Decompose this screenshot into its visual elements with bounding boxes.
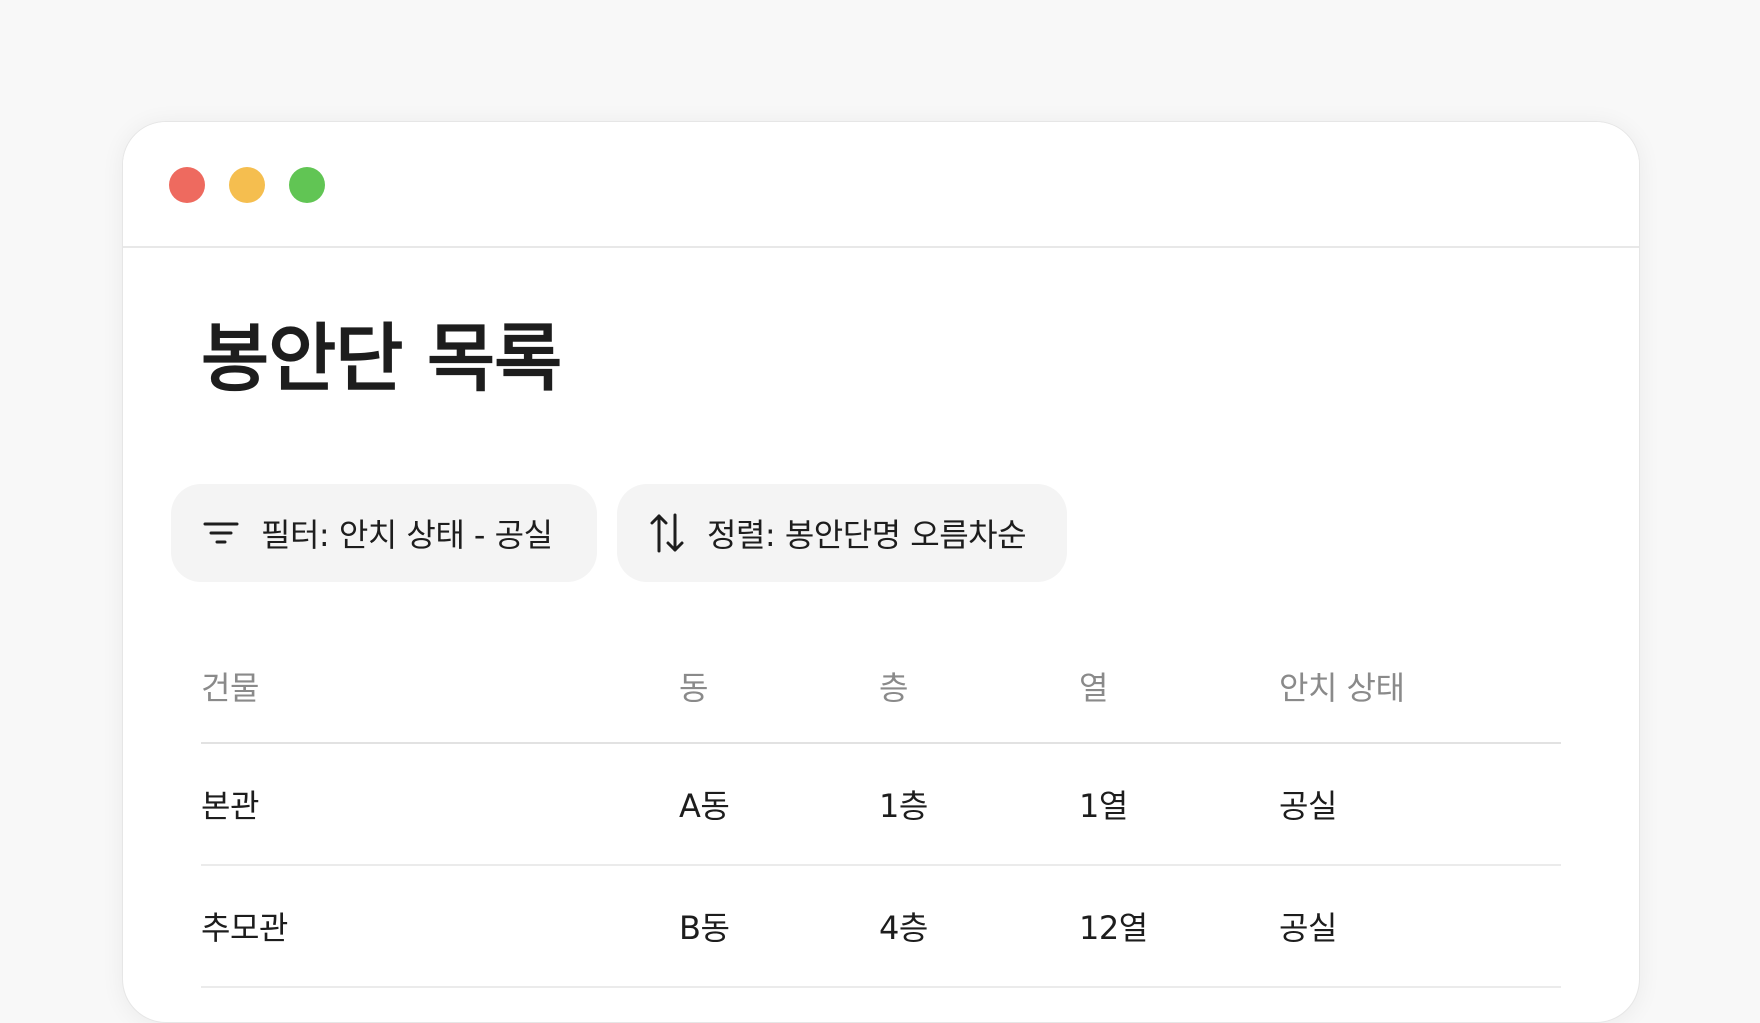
- filter-label: 필터: 안치 상태 - 공실: [261, 516, 553, 554]
- close-window-button[interactable]: [169, 167, 205, 203]
- page-title: 봉안단 목록: [201, 316, 562, 402]
- cell-floor: 1층: [879, 787, 928, 825]
- filter-button[interactable]: 필터: 안치 상태 - 공실: [171, 484, 597, 582]
- cell-status: 공실: [1279, 787, 1337, 825]
- cell-building: 추모관: [201, 909, 288, 947]
- title-bar: [123, 122, 1639, 248]
- minimize-window-button[interactable]: [229, 167, 265, 203]
- filter-icon: [201, 513, 241, 553]
- column-header-status[interactable]: 안치 상태: [1279, 630, 1405, 742]
- table-row[interactable]: 추모관 B동 4층 12열 공실: [201, 866, 1561, 988]
- column-header-row-number[interactable]: 열: [1079, 630, 1108, 742]
- cell-wing: B동: [679, 909, 730, 947]
- maximize-window-button[interactable]: [289, 167, 325, 203]
- column-header-wing[interactable]: 동: [679, 630, 708, 742]
- column-header-building[interactable]: 건물: [201, 630, 259, 742]
- cell-row-number: 12열: [1079, 909, 1148, 947]
- cell-floor: 4층: [879, 909, 928, 947]
- sort-label: 정렬: 봉안단명 오름차순: [707, 516, 1027, 554]
- column-header-floor[interactable]: 층: [879, 630, 908, 742]
- cell-status: 공실: [1279, 909, 1337, 947]
- cell-wing: A동: [679, 787, 730, 825]
- table-header-row: 건물 동 층 열 안치 상태: [201, 630, 1561, 744]
- app-window: 봉안단 목록 필터: 안치 상태 - 공실 정렬: 봉안단명 오름차순 건물 동: [122, 121, 1640, 1023]
- sort-icon: [647, 513, 687, 553]
- cell-building: 본관: [201, 787, 259, 825]
- ossuary-table: 건물 동 층 열 안치 상태 본관 A동 1층 1열 공실 추모관 B동 4층 …: [201, 630, 1561, 988]
- table-row[interactable]: 본관 A동 1층 1열 공실: [201, 744, 1561, 866]
- sort-button[interactable]: 정렬: 봉안단명 오름차순: [617, 484, 1067, 582]
- cell-row-number: 1열: [1079, 787, 1128, 825]
